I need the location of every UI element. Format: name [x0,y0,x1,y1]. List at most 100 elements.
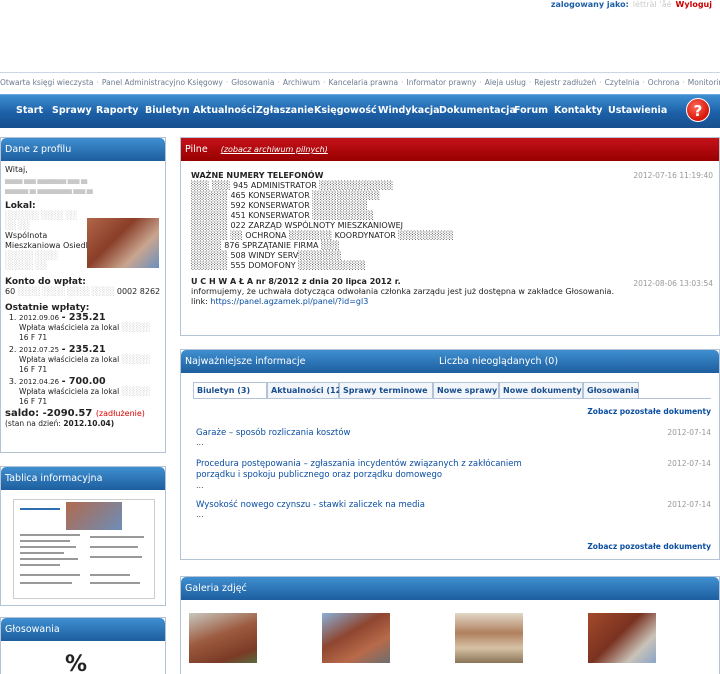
phone-line: ░░░░░░ 508 WINDY SERV░░░░░░░ [191,251,342,260]
phone-line: ░░░░░░ 592 KONSERWATOR ░░░░░░░░░ [191,201,368,210]
quicklink[interactable]: Monitoring [688,78,720,87]
saldo-date: (stan na dzień: 2012.10.04) [5,419,161,429]
urgent-title: Pilne [185,144,208,155]
info-tab[interactable]: Nowe dokumenty [499,382,583,399]
greeting: Witaj, [5,165,28,174]
account-label: Konto do wpłat: [5,277,86,287]
payment-unit: 16 F 71 [19,365,48,374]
notice-board-image[interactable] [13,499,155,599]
link-prefix: link: [191,297,208,306]
nav-item[interactable]: Forum [514,105,548,116]
quicklink[interactable]: Aleja usług [485,78,526,87]
entry-title: U C H W A Ł A nr 8/2012 z dnia 20 lipca … [191,277,401,286]
saldo: saldo: -2090.57 (zadłużenie) [5,409,161,419]
news-excerpt: ... [196,438,204,447]
nav-item[interactable]: Sprawy [52,105,92,116]
news-date: 2012-07-14 [667,459,711,468]
news-title[interactable]: Wysokość nowego czynszu - stawki zalicze… [196,500,556,511]
separator: · [401,78,404,87]
logout-link[interactable]: Wyloguj [676,0,712,9]
quicklink[interactable]: Rejestr zadłużeń [534,78,596,87]
nav-item[interactable]: Aktualności [193,105,255,116]
quicklink[interactable]: Panel Administracyjno Księgowy [102,78,223,87]
separator: · [599,78,602,87]
info-tab[interactable]: Sprawy terminowe [339,382,433,399]
gallery-photo[interactable] [189,613,257,663]
gallery-photo[interactable] [455,613,523,663]
phone-line: ░░░ ░░░ 945 ADMINISTRATOR ░░░░░░░░░░░░ [191,181,394,190]
quicklink[interactable]: Informator prawny [406,78,476,87]
payment-amount: - 235.21 [61,344,106,355]
votes-title: Głosowania [1,618,165,641]
news-excerpt: ... [196,510,204,519]
owner-name-2: ▄▄▄▄ ▄ ▄▄▄▄▄▄ ▄▄ ▄ [5,185,93,194]
info-title: Najważniejsze informacje [185,356,306,367]
news-date: 2012-07-14 [667,428,711,437]
payment-item: 2012.09.06 - 235.21Wpłata właściciela za… [19,313,161,343]
entry-link[interactable]: https://panel.agzamek.pl/panel/?id=gl3 [210,297,368,306]
payment-unit: 16 F 71 [19,333,48,342]
quicklink[interactable]: Ochrona [648,78,680,87]
owner-name-1: ▄▄▄ ▄▄ ▄▄▄▄▄ ▄▄ ▄ [5,175,87,184]
info-tab[interactable]: Głosowania [583,382,639,399]
payment-address: ░░░░░ [121,387,151,396]
more-documents-link[interactable]: Zobacz pozostałe dokumenty [587,542,711,551]
gallery-title: Galeria zdjęć [181,577,719,600]
notice-title: Tablica informacyjna [1,467,165,490]
payment-date: 2012.04.26 [19,378,60,386]
more-documents-link[interactable]: Zobacz pozostałe dokumenty [587,407,711,416]
quicklink[interactable]: Archiwum [283,78,320,87]
nav-item[interactable]: Kontakty [554,105,603,116]
nav-item[interactable]: Zgłaszanie [256,105,314,116]
quicklink[interactable]: Głosowania [231,78,274,87]
saldo-date-label: (stan na dzień: [5,419,61,428]
nav-item[interactable]: Start [16,105,43,116]
info-tab[interactable]: Aktualności (12) [267,382,345,399]
nav-item[interactable]: Raporty [96,105,138,116]
help-button[interactable]: ? [686,98,710,122]
phone-list: ░░░ ░░░ 945 ADMINISTRATOR ░░░░░░░░░░░░ ░░… [191,181,709,271]
payment-amount: - 700.00 [61,376,106,387]
urgent-panel: Pilne (zobacz archiwum pilnych) 2012-07-… [180,137,720,336]
tabs-divider [193,398,711,399]
phone-line: ░░░░░░ ░░ OCHRONA ░░░░░░░ KOORDYNATOR ░░… [191,231,454,240]
entry-date: 2012-07-16 11:19:40 [633,171,713,180]
news-title[interactable]: Procedura postępowania – zgłaszania incy… [196,459,556,481]
quicklink[interactable]: Kancelaria prawna [328,78,398,87]
account-prefix: 60 [5,287,16,296]
nav-item[interactable]: Dokumentacja [439,105,516,116]
quicklink[interactable]: Czytelnia [605,78,640,87]
phone-line: ░░░░░░ 451 KONSERWATOR ░░░░░░░░░░ [191,211,374,220]
news-title[interactable]: Garaże – sposób rozliczania kosztów [196,428,556,439]
lokal-label: Lokal: [5,201,36,211]
gallery-photo[interactable] [322,613,390,663]
nav-item[interactable]: Biuletyn [145,105,189,116]
nav-item[interactable]: Ustawienia [608,105,667,116]
separator: · [96,78,99,87]
saldo-date-value: 2012.10.04) [63,419,115,428]
payment-item: 2012.07.25 - 235.21Wpłata właściciela za… [19,345,161,375]
nav-item[interactable]: Windykacja [378,105,440,116]
quicklink[interactable]: Otwarta księgi wieczysta [0,78,94,87]
gallery-photo[interactable] [588,613,656,663]
payment-desc: Wpłata właściciela za lokal [19,387,120,396]
account-hidden: ░░░░ ░░░░ ░░░░ ░░░░ [17,287,115,296]
info-tab[interactable]: Nowe sprawy [433,382,499,399]
urgent-archive-link[interactable]: (zobacz archiwum pilnych) [221,145,328,154]
info-panel: Najważniejsze informacje Liczba nieogląd… [180,349,720,560]
entry-date: 2012-08-06 13:03:54 [633,279,713,288]
votes-percent: % [65,652,88,674]
phone-line: ░░░░░░ 465 KONSERWATOR ░░░░░░░░░░░ [191,191,381,200]
payment-amount: - 235.21 [61,312,106,323]
account-number: 60 ░░░░ ░░░░ ░░░░ ░░░░ 0002 8262 [5,287,161,297]
lokal-photo [87,218,159,268]
separator: · [642,78,645,87]
payment-address: ░░░░░ [121,323,151,332]
separator: · [323,78,326,87]
separator: · [528,78,532,87]
account-suffix: 0002 8262 [116,287,161,296]
info-tab[interactable]: Biuletyn (3) [193,382,267,399]
payment-date: 2012.09.06 [19,314,60,322]
nav-item[interactable]: Księgowość [314,105,377,116]
profile-title: Dane z profilu [1,138,165,161]
